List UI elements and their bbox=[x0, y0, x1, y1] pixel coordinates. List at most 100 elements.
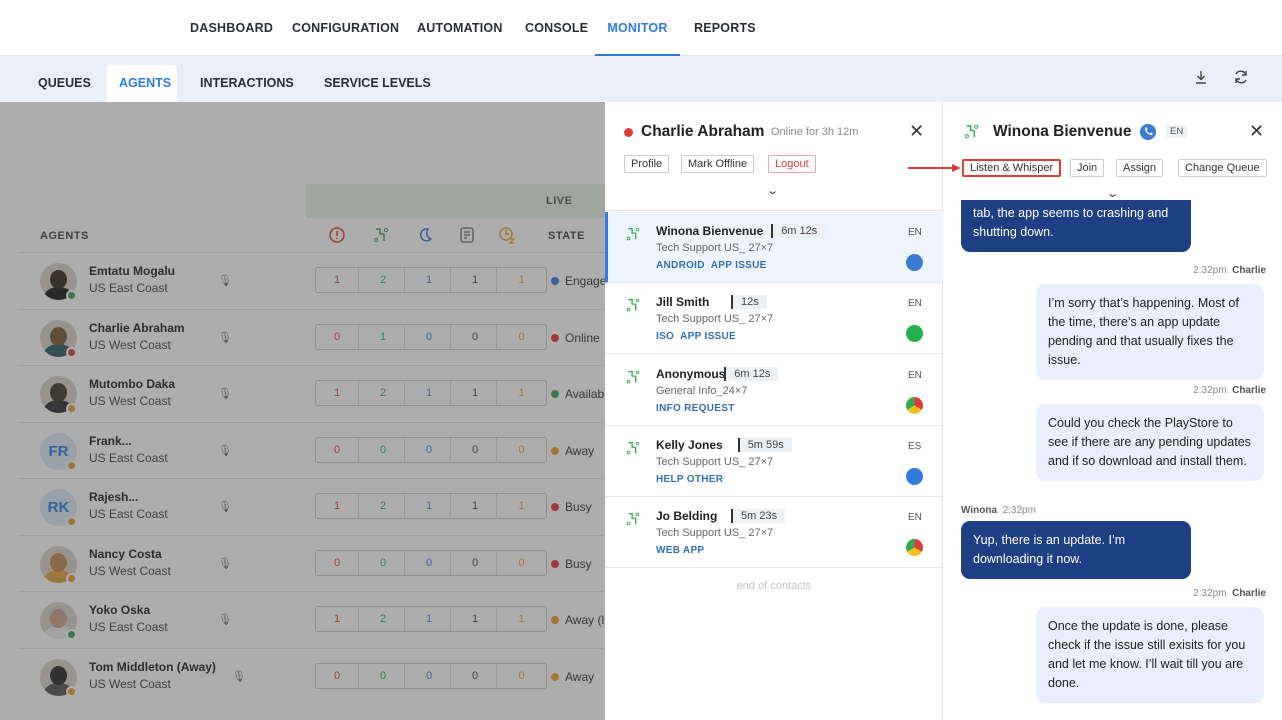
table-row[interactable]: Yoko Oska US East Coast 🎙 12111 Away (l bbox=[18, 591, 606, 647]
language-badge: EN bbox=[908, 298, 922, 310]
whatsapp-icon bbox=[906, 325, 923, 343]
contact-duration: 6m 12s bbox=[724, 366, 779, 381]
nav-reports[interactable]: REPORTS bbox=[694, 0, 756, 56]
assign-button[interactable]: Assign bbox=[1116, 159, 1164, 177]
message-bubble: Once the update is done, please check if… bbox=[1036, 607, 1264, 703]
close-icon[interactable]: ✕ bbox=[909, 121, 924, 142]
listen-whisper-button[interactable]: Listen & Whisper bbox=[962, 159, 1062, 177]
live-counts: 00000 bbox=[315, 436, 547, 463]
contact-name: Kelly Jones bbox=[656, 437, 723, 452]
table-row[interactable]: FR Frank... US East Coast 🎙 00000 Away bbox=[18, 421, 606, 478]
count-cell: 0 bbox=[454, 550, 497, 575]
contact-tags: WEB APP bbox=[656, 545, 710, 556]
count-cell: 1 bbox=[518, 387, 525, 399]
table-row[interactable]: Mutombo Daka US West Coast 🎙 12111 Avail… bbox=[18, 365, 606, 421]
chevron-down-icon[interactable]: ⌄ bbox=[766, 184, 779, 197]
message-meta: 2:32pm Charlie bbox=[1193, 265, 1266, 276]
nav-dashboard[interactable]: DASHBOARD bbox=[190, 0, 273, 56]
state-dot bbox=[551, 672, 559, 681]
message-bubble: Yup, there is an update. I’m downloading… bbox=[961, 521, 1191, 579]
interaction-route-icon bbox=[626, 298, 640, 312]
status-dot bbox=[624, 128, 633, 137]
message-bubble: tab, the app seems to crashing and shutt… bbox=[961, 200, 1191, 252]
message-sender: Winona bbox=[961, 505, 998, 516]
table-row[interactable]: Nancy Costa US West Coast 🎙 00000 Busy bbox=[18, 534, 606, 591]
contact-item[interactable]: Anonymous 6m 12s General Info_24×7 INFO … bbox=[605, 355, 943, 426]
nav-automation[interactable]: AUTOMATION bbox=[417, 0, 503, 56]
tab-service-levels[interactable]: SERVICE LEVELS bbox=[312, 65, 443, 102]
contact-item[interactable]: Winona Bienvenue 6m 12s Tech Support US_… bbox=[605, 212, 943, 283]
contact-duration: 6m 12s bbox=[771, 224, 826, 238]
mark-offline-button[interactable]: Mark Offline bbox=[681, 155, 755, 173]
agents-table: LIVE AGENTS STATE Emtatu Mogalu US East … bbox=[0, 102, 606, 720]
message-sender: Charlie bbox=[1232, 265, 1266, 276]
presence-dot bbox=[66, 346, 77, 358]
nav-configuration[interactable]: CONFIGURATION bbox=[292, 0, 399, 56]
contact-item[interactable]: Kelly Jones 5m 59s Tech Support US_ 27×7… bbox=[605, 426, 943, 497]
contact-name: Anonymous bbox=[656, 366, 726, 381]
agent-panel-header: Charlie Abraham Online for 3h 12m ✕ Prof… bbox=[605, 102, 943, 211]
nav-console[interactable]: CONSOLE bbox=[525, 0, 588, 56]
live-counts: 12111 bbox=[315, 267, 547, 293]
mic-icon: 🎙 bbox=[232, 670, 246, 683]
sub-nav: QUEUES AGENTS INTERACTIONS SERVICE LEVEL… bbox=[0, 56, 1282, 102]
mic-icon: 🎙 bbox=[218, 444, 232, 457]
channel-icons: 🎙 bbox=[218, 387, 232, 400]
count-cell: 1 bbox=[454, 494, 497, 518]
contact-queue: Tech Support US_ 27×7 bbox=[656, 242, 774, 254]
count-cell: 1 bbox=[408, 381, 451, 405]
messenger-icon bbox=[906, 467, 923, 485]
channel-icons: 🎙 bbox=[232, 670, 246, 683]
nav-monitor[interactable]: MONITOR bbox=[595, 0, 680, 56]
close-icon[interactable]: ✕ bbox=[1249, 121, 1264, 142]
column-header-state: STATE bbox=[548, 230, 585, 242]
contact-item[interactable]: Jill Smith 12s Tech Support US_ 27×7 ISO… bbox=[605, 283, 943, 355]
channel-icons: 🎙 bbox=[218, 500, 232, 513]
state-label: Availab bbox=[565, 387, 605, 401]
channel-icons: 🎙 bbox=[218, 331, 232, 344]
chevron-down-icon[interactable]: ⌄ bbox=[1106, 187, 1119, 200]
annotation-arrow-icon bbox=[908, 164, 961, 172]
download-icon[interactable] bbox=[1191, 69, 1211, 89]
logout-button[interactable]: Logout bbox=[768, 155, 816, 173]
mic-icon: 🎙 bbox=[218, 388, 232, 400]
contact-tag: APP ISSUE bbox=[680, 331, 737, 343]
agent-name: Tom Middleton (Away) bbox=[89, 659, 216, 674]
count-cell: 0 bbox=[518, 669, 525, 682]
table-row[interactable]: Emtatu Mogalu US East Coast 🎙 12111 Enga… bbox=[18, 252, 606, 308]
mic-icon: 🎙 bbox=[218, 331, 232, 344]
count-cell: 0 bbox=[408, 550, 451, 575]
change-queue-button[interactable]: Change Queue bbox=[1178, 159, 1267, 177]
tab-queues[interactable]: QUEUES bbox=[26, 65, 103, 102]
count-cell: 0 bbox=[454, 324, 497, 349]
presence-dot bbox=[66, 572, 77, 584]
count-cell: 0 bbox=[316, 663, 359, 688]
table-row[interactable]: RK Rajesh... US East Coast 🎙 12111 Busy bbox=[18, 478, 606, 534]
tab-agents[interactable]: AGENTS bbox=[107, 65, 177, 102]
table-row[interactable]: Tom Middleton (Away) US West Coast 🎙 000… bbox=[18, 647, 606, 704]
language-badge: ES bbox=[908, 440, 922, 452]
count-cell: 1 bbox=[454, 381, 497, 405]
live-counts: 01000 bbox=[315, 323, 547, 350]
agent-region: US East Coast bbox=[89, 281, 168, 295]
message-bubble: Could you check the PlayStore to see if … bbox=[1036, 404, 1264, 481]
agent-region: US East Coast bbox=[89, 620, 168, 634]
count-cell: 0 bbox=[316, 324, 359, 349]
customer-name: Winona Bienvenue bbox=[993, 123, 1132, 140]
state-label: Online bbox=[565, 330, 600, 345]
agent-name: Mutombo Daka bbox=[89, 377, 176, 391]
table-row[interactable]: Charlie Abraham US West Coast 🎙 01000 On… bbox=[18, 308, 606, 365]
chrome-icon bbox=[906, 539, 923, 557]
count-cell: 0 bbox=[408, 437, 451, 462]
contact-duration: 5m 59s bbox=[737, 437, 792, 452]
contact-item[interactable]: Jo Belding 5m 23s Tech Support US_ 27×7 … bbox=[605, 497, 943, 569]
refresh-icon[interactable] bbox=[1231, 69, 1251, 89]
contact-tag: APP ISSUE bbox=[710, 260, 767, 271]
live-counts: 12111 bbox=[315, 380, 547, 406]
count-cell: 1 bbox=[316, 607, 359, 631]
tab-interactions[interactable]: INTERACTIONS bbox=[188, 65, 306, 102]
count-cell: 0 bbox=[518, 443, 525, 456]
contact-tags: ISO APP ISSUE bbox=[656, 331, 742, 342]
join-button[interactable]: Join bbox=[1070, 159, 1105, 177]
profile-button[interactable]: Profile bbox=[624, 155, 670, 173]
